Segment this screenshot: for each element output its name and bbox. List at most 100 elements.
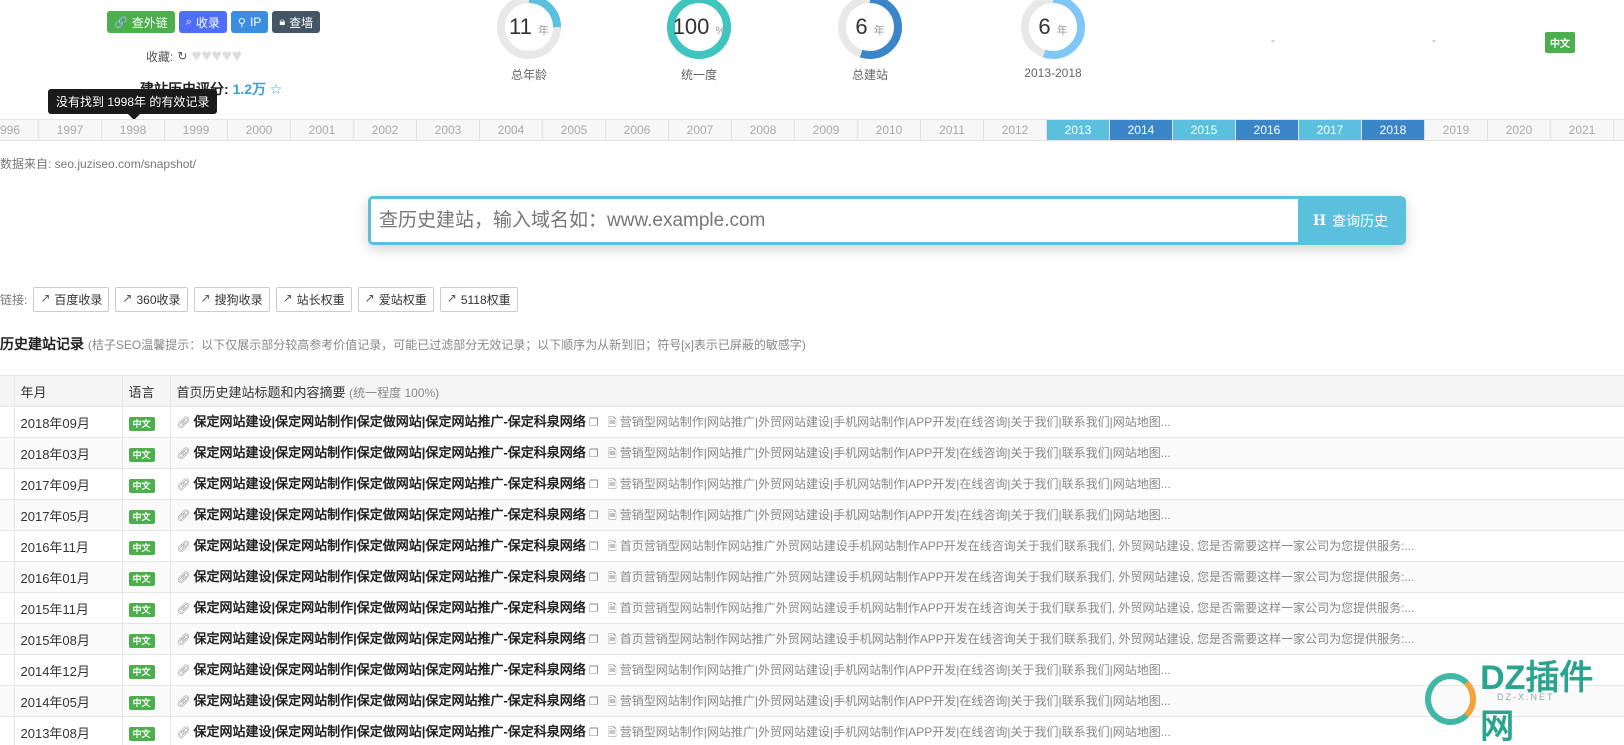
- row-content: 🔗︎ 保定网站建设|保定网站制作|保定做网站|保定网站推广-保定科泉网络 ❐ 🗎…: [170, 623, 1624, 655]
- row-title-link[interactable]: 保定网站建设|保定网站制作|保定做网站|保定网站推广-保定科泉网络: [194, 569, 586, 584]
- year-2000[interactable]: 2000: [228, 120, 291, 140]
- row-content: 🔗︎ 保定网站建设|保定网站制作|保定做网站|保定网站推广-保定科泉网络 ❐ 🗎…: [170, 716, 1624, 745]
- link-button-4[interactable]: ↗ 站长权重: [275, 287, 352, 312]
- row-title-link[interactable]: 保定网站建设|保定网站制作|保定做网站|保定网站推广-保定科泉网络: [194, 538, 586, 553]
- document-icon: 🗎: [607, 479, 620, 491]
- table-row: 2016年01月 中文 🔗︎ 保定网站建设|保定网站制作|保定做网站|保定网站推广-…: [0, 561, 1624, 593]
- year-2005[interactable]: 2005: [543, 120, 606, 140]
- link-button-1[interactable]: ↗ 百度收录: [33, 287, 110, 312]
- copy-icon[interactable]: ❐: [586, 479, 608, 491]
- row-title-link[interactable]: 保定网站建设|保定网站制作|保定做网站|保定网站推广-保定科泉网络: [194, 724, 586, 739]
- row-content: 🔗︎ 保定网站建设|保定网站制作|保定做网站|保定网站推广-保定科泉网络 ❐ 🗎…: [170, 468, 1624, 500]
- year-2021[interactable]: 2021: [1551, 120, 1614, 140]
- row-lang: 中文: [122, 561, 171, 593]
- row-spacer: [0, 685, 15, 717]
- row-title-link[interactable]: 保定网站建设|保定网站制作|保定做网站|保定网站推广-保定科泉网络: [194, 507, 586, 522]
- header-content-text: 首页历史建站标题和内容摘要: [176, 384, 346, 400]
- year-2002[interactable]: 2002: [354, 120, 417, 140]
- year-2020[interactable]: 2020: [1488, 120, 1551, 140]
- external-link-icon: ↗: [364, 291, 375, 305]
- row-title-link[interactable]: 保定网站建设|保定网站制作|保定做网站|保定网站推广-保定科泉网络: [194, 693, 586, 708]
- link-label: 5118权重: [460, 293, 511, 307]
- watermark: DZ插件网 DZ-X.NET: [1425, 650, 1624, 745]
- row-title-link[interactable]: 保定网站建设|保定网站制作|保定做网站|保定网站推广-保定科泉网络: [194, 445, 586, 460]
- copy-icon[interactable]: ❐: [586, 541, 608, 553]
- gauge-2: 100 % 统一度: [664, 0, 734, 83]
- copy-icon[interactable]: ❐: [586, 417, 608, 429]
- year-2015[interactable]: 2015: [1173, 120, 1236, 140]
- year-2011[interactable]: 2011: [921, 120, 984, 140]
- copy-icon[interactable]: ❐: [586, 696, 608, 708]
- row-content: 🔗︎ 保定网站建设|保定网站制作|保定做网站|保定网站推广-保定科泉网络 ❐ 🗎…: [170, 499, 1624, 531]
- row-lang: 中文: [122, 654, 171, 686]
- year-2019[interactable]: 2019: [1425, 120, 1488, 140]
- year-1997[interactable]: 1997: [39, 120, 102, 140]
- row-summary: 营销型网站制作|网站推广|外贸网站建设|手机网站制作|APP开发|在线咨询|关于…: [619, 725, 1171, 739]
- copy-icon[interactable]: ❐: [586, 727, 608, 739]
- row-title-link[interactable]: 保定网站建设|保定网站制作|保定做网站|保定网站推广-保定科泉网络: [194, 414, 586, 429]
- year-2003[interactable]: 2003: [417, 120, 480, 140]
- heart-rating-icons[interactable]: ♥♥♥♥♥: [191, 46, 241, 66]
- row-date: 2016年01月: [14, 561, 123, 593]
- domain-search-input[interactable]: [371, 199, 1298, 242]
- link-button-5[interactable]: ↗ 爱站权重: [357, 287, 434, 312]
- year-2017[interactable]: 2017: [1299, 120, 1362, 140]
- row-date: 2016年11月: [14, 530, 123, 562]
- row-title-link[interactable]: 保定网站建设|保定网站制作|保定做网站|保定网站推广-保定科泉网络: [194, 600, 586, 615]
- lang-badge: 中文: [128, 664, 155, 679]
- ip-button[interactable]: ⚲ IP: [230, 11, 269, 33]
- page: 🔗查外链 ⌕收录 ⚲IP 🔒︎查墙 收藏: ↻ ♥♥♥♥♥ 建站历史评分: 1.…: [0, 0, 1624, 745]
- year-2010[interactable]: 2010: [858, 120, 921, 140]
- wall-button[interactable]: 🔒︎ 查墙: [272, 11, 321, 33]
- query-history-button[interactable]: H 查询历史: [1298, 199, 1403, 242]
- link-button-3[interactable]: ↗ 搜狗收录: [193, 287, 270, 312]
- year-2018[interactable]: 2018: [1362, 120, 1425, 140]
- year-2007[interactable]: 2007: [669, 120, 732, 140]
- link-button-6[interactable]: ↗ 5118权重: [439, 287, 518, 312]
- refresh-icon[interactable]: ↻: [177, 49, 187, 63]
- copy-icon[interactable]: ❐: [586, 634, 608, 646]
- row-title-link[interactable]: 保定网站建设|保定网站制作|保定做网站|保定网站推广-保定科泉网络: [194, 476, 586, 491]
- link-icon: 🔗︎: [176, 417, 194, 429]
- row-title-link[interactable]: 保定网站建设|保定网站制作|保定做网站|保定网站推广-保定科泉网络: [194, 662, 586, 677]
- copy-icon[interactable]: ❐: [586, 572, 608, 584]
- year-996[interactable]: 996: [0, 120, 39, 140]
- rating-value: 1.2万: [232, 81, 267, 97]
- copy-icon[interactable]: ❐: [586, 665, 608, 677]
- ip-label: IP: [249, 15, 262, 29]
- year-2009[interactable]: 2009: [795, 120, 858, 140]
- year-2008[interactable]: 2008: [732, 120, 795, 140]
- year-2001[interactable]: 2001: [291, 120, 354, 140]
- gauge-ring: 6 年: [835, 0, 905, 62]
- year-2012[interactable]: 2012: [984, 120, 1047, 140]
- row-lang: 中文: [122, 685, 171, 717]
- year-1998[interactable]: 1998: [102, 120, 165, 140]
- lang-badge: 中文: [128, 509, 155, 524]
- year-20[interactable]: 20: [1614, 120, 1624, 140]
- favorites-label: 收藏:: [146, 49, 174, 64]
- year-2004[interactable]: 2004: [480, 120, 543, 140]
- stat-empty-2: -: [1432, 33, 1436, 47]
- year-2013[interactable]: 2013: [1047, 120, 1110, 140]
- table-row: 2017年05月 中文 🔗︎ 保定网站建设|保定网站制作|保定做网站|保定网站推广-…: [0, 499, 1624, 531]
- row-date: 2018年03月: [14, 437, 123, 469]
- index-button[interactable]: ⌕ 收录: [178, 11, 227, 33]
- star-icon[interactable]: ☆: [270, 81, 283, 97]
- year-2016[interactable]: 2016: [1236, 120, 1299, 140]
- row-title-link[interactable]: 保定网站建设|保定网站制作|保定做网站|保定网站推广-保定科泉网络: [194, 631, 586, 646]
- year-2006[interactable]: 2006: [606, 120, 669, 140]
- year-1999[interactable]: 1999: [165, 120, 228, 140]
- link-button-2[interactable]: ↗ 360收录: [115, 287, 188, 312]
- row-spacer: [0, 592, 15, 624]
- row-summary: 首页营销型网站制作网站推广外贸网站建设手机网站制作APP开发在线咨询关于我们联系…: [619, 570, 1415, 584]
- table-row: 2015年11月 中文 🔗︎ 保定网站建设|保定网站制作|保定做网站|保定网站推广-…: [0, 592, 1624, 624]
- copy-icon[interactable]: ❐: [586, 448, 608, 460]
- copy-icon[interactable]: ❐: [586, 510, 608, 522]
- document-icon: 🗎: [607, 417, 620, 429]
- lang-badge: 中文: [128, 571, 155, 586]
- row-lang: 中文: [122, 406, 171, 438]
- copy-icon[interactable]: ❐: [586, 603, 608, 615]
- year-2014[interactable]: 2014: [1110, 120, 1173, 140]
- outlink-button[interactable]: 🔗 查外链: [107, 11, 175, 33]
- row-summary: 首页营销型网站制作网站推广外贸网站建设手机网站制作APP开发在线咨询关于我们联系…: [619, 539, 1415, 553]
